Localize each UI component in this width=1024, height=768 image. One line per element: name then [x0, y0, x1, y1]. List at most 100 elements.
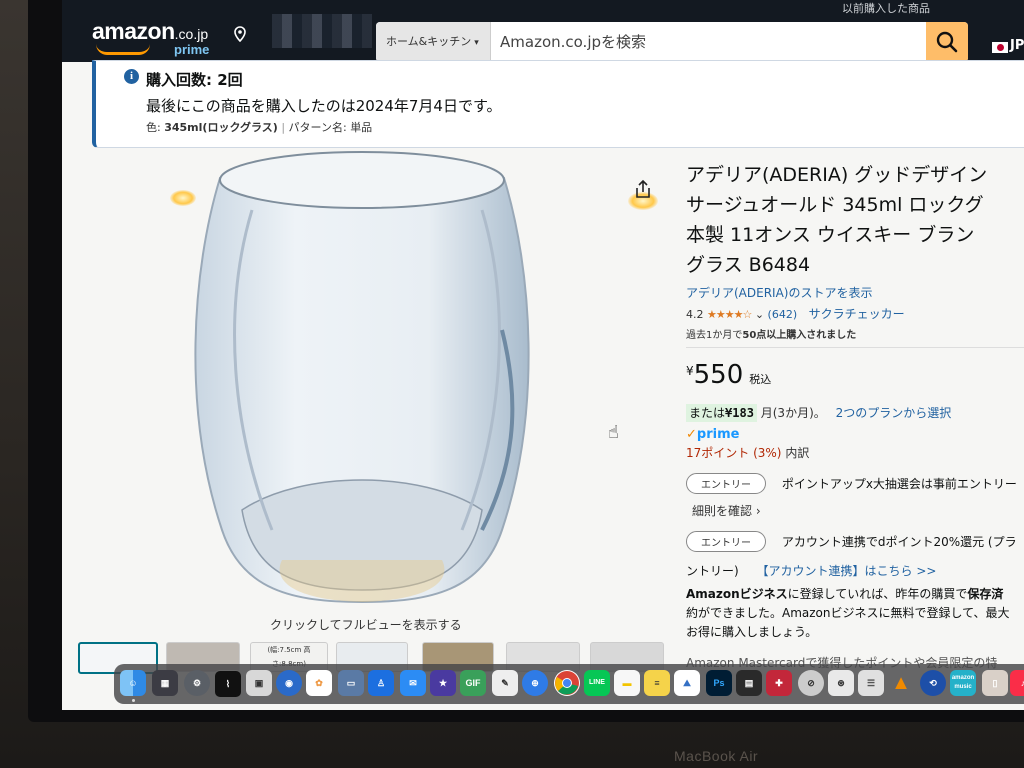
running-indicator — [132, 699, 135, 702]
installment-highlight: または¥183 — [686, 404, 757, 422]
bought-count: 50点以上購入されました — [742, 330, 857, 341]
product-image-area: クリックしてフルビューを表示する (幅:7.5cm 高さ:8.8cm) — [62, 150, 682, 674]
device-label: MacBook Air — [674, 748, 759, 764]
line-app-icon[interactable]: LINE — [584, 670, 610, 696]
installment-plan-link[interactable]: 2つのプランから選択 — [836, 406, 952, 420]
preview-icon[interactable]: ▣ — [246, 670, 272, 696]
biz-line: 約ができました。Amazonビジネスに無料で登録して、最大 — [686, 606, 1010, 620]
sakura-checker-link[interactable]: サクラチェッカー — [809, 307, 905, 321]
divider — [686, 347, 1024, 348]
vpn-app-icon[interactable]: ⟲ — [920, 670, 946, 696]
support-app-icon[interactable]: ⊛ — [828, 670, 854, 696]
search-bar: ホーム&キッチン ▾ — [376, 22, 968, 62]
amazon-business-promo: Amazonビジネスに登録していれば、昨年の購買で保存済 約ができました。Ama… — [686, 585, 1024, 642]
tax-included-label: 税込 — [749, 373, 772, 386]
biz-name[interactable]: Amazonビジネス — [686, 587, 788, 601]
installment-prefix: または — [689, 406, 726, 420]
gif-app-icon[interactable]: GIF — [460, 670, 486, 696]
chrome-icon[interactable] — [554, 670, 580, 696]
price-amount: 550 — [693, 360, 744, 390]
search-input[interactable] — [494, 22, 926, 62]
biz-line: Amazonビジネスに登録していれば、昨年の購買で保存済 — [686, 585, 1024, 604]
system-settings-icon[interactable]: ⚙ — [184, 670, 210, 696]
currency-symbol: ¥ — [686, 364, 694, 378]
points-value: 17ポイント (3%) — [686, 446, 782, 460]
biz-text: に登録していれば、昨年の購買で — [787, 587, 968, 601]
display-app-icon[interactable]: ▤ — [736, 670, 762, 696]
rules-link[interactable]: 細則を確認 › — [692, 502, 1024, 519]
clock-app-icon[interactable]: ⊘ — [798, 670, 824, 696]
amazon-music-icon[interactable]: amazon music — [950, 670, 976, 696]
chevron-down-icon[interactable]: ⌄ — [755, 308, 764, 321]
safari-icon[interactable]: ⊕ — [522, 670, 548, 696]
notes-draw-icon[interactable]: ✎ — [492, 670, 518, 696]
notes-icon[interactable]: ▬ — [614, 670, 640, 696]
logo-word: amazon — [92, 18, 175, 44]
finder-icon[interactable]: ☺ — [120, 670, 146, 696]
entry-row-2: エントリー アカウント連携でdポイント20%還元 (プラ — [686, 531, 1024, 552]
purchase-count: 購入回数: 2回 — [146, 71, 243, 89]
bought-recently: 過去1か月で50点以上購入されました — [686, 326, 1024, 341]
activity-monitor-icon[interactable]: ⌇ — [214, 670, 242, 698]
search-button[interactable] — [926, 22, 968, 62]
screen-capture-icon[interactable]: ▭ — [338, 670, 364, 696]
japan-flag-icon[interactable] — [992, 42, 1008, 53]
amazon-logo[interactable]: amazon.co.jp prime — [92, 18, 209, 57]
prime-badge: ✓prime — [686, 427, 1024, 442]
macos-dock: ☺ ▦ ⚙ ⌇ ▣ ◉ ✿ ▭ ♙ ✉ ★ GIF ✎ ⊕ LINE ▬ ≡ ⛰… — [114, 664, 1024, 704]
entry-button[interactable]: エントリー — [686, 531, 766, 552]
star-rating-icon[interactable]: ★★★★☆ — [707, 308, 752, 321]
product-title-line: アデリア(ADERIA) グッドデザイン — [686, 164, 988, 186]
blurred-address — [272, 14, 372, 48]
installment-row: または¥183 月(3か月)。 2つのプランから選択 — [686, 404, 1024, 422]
entry-button[interactable]: エントリー — [686, 473, 766, 494]
share-icon[interactable] — [632, 178, 654, 200]
chevron-down-icon: ▾ — [474, 38, 479, 48]
click-full-view-label[interactable]: クリックしてフルビューを表示する — [270, 616, 462, 633]
music-icon[interactable]: ♪ — [1010, 670, 1024, 696]
language-selector[interactable]: JP — [1010, 38, 1024, 53]
logo-prime: prime — [174, 42, 210, 57]
product-details: アデリア(ADERIA) グッドデザイン サージュオールド 345ml ロックグ… — [686, 160, 1024, 671]
product-title-line: サージュオールド 345ml ロックグ — [686, 194, 984, 216]
photoshop-icon[interactable]: Ps — [706, 670, 732, 696]
search-category-dropdown[interactable]: ホーム&キッチン ▾ — [376, 22, 491, 62]
reminders-icon[interactable]: ☰ — [858, 670, 884, 696]
logo-smile-icon — [96, 44, 150, 55]
amazon-music-label: amazon music — [951, 675, 975, 690]
vlc-icon[interactable]: ▲ — [888, 670, 914, 696]
store-link[interactable]: アデリア(ADERIA)のストアを表示 — [686, 284, 1024, 301]
biz-line: お得に購入しましょう。 — [686, 625, 818, 639]
purchase-history-banner: i 購入回数: 2回 最後にこの商品を購入したのは2024年7月4日です。 色:… — [92, 60, 1024, 148]
stickies-icon[interactable]: ≡ — [644, 670, 670, 696]
installment-suffix: 月(3か月)。 — [760, 406, 826, 420]
product-glass-image[interactable] — [182, 150, 562, 610]
product-title-line: 本製 11オンス ウイスキー ブラン — [686, 224, 975, 246]
rating-value: 4.2 — [686, 308, 704, 321]
product-title-line: グラス B6484 — [686, 254, 811, 276]
maps-icon[interactable]: ⛰ — [674, 670, 700, 696]
points-breakdown-link[interactable]: 内訳 — [785, 446, 809, 460]
imovie-icon[interactable]: ★ — [430, 670, 456, 696]
account-link[interactable]: 【アカウント連携】はこちら >> — [757, 564, 937, 578]
browser-viewport: 以前購入した商品 amazon.co.jp prime ホーム&キッチン▾ JP… — [62, 0, 1024, 710]
bought-prefix: 過去1か月で — [686, 330, 743, 341]
quicktime-icon[interactable]: ◉ — [276, 670, 302, 696]
location-pin-icon[interactable] — [234, 26, 246, 43]
pattern-label: パターン名: — [288, 121, 347, 134]
toolbox-icon[interactable]: ✚ — [766, 670, 792, 696]
keynote-icon[interactable]: ♙ — [368, 670, 394, 696]
entry-row-1: エントリー ポイントアップx大抽選会は事前エントリー — [686, 473, 1024, 494]
installment-amount: ¥183 — [725, 406, 754, 420]
review-count-link[interactable]: (642) — [768, 308, 798, 321]
nav-top-text[interactable]: 以前購入した商品 — [842, 0, 930, 16]
iphone-mirroring-icon[interactable]: ▯ — [982, 670, 1008, 696]
attr-separator: | — [281, 121, 286, 134]
color-value: 345ml(ロックグラス) — [164, 121, 278, 134]
rating-row: 4.2 ★★★★☆ ⌄ (642) サクラチェッカー — [686, 305, 1024, 322]
mouse-cursor-icon: ☝ — [608, 422, 619, 443]
photos-icon[interactable]: ✿ — [306, 670, 332, 696]
price-block: ¥550 税込 — [686, 360, 1024, 390]
mail-icon[interactable]: ✉ — [400, 670, 426, 696]
launchpad-icon[interactable]: ▦ — [152, 670, 178, 696]
